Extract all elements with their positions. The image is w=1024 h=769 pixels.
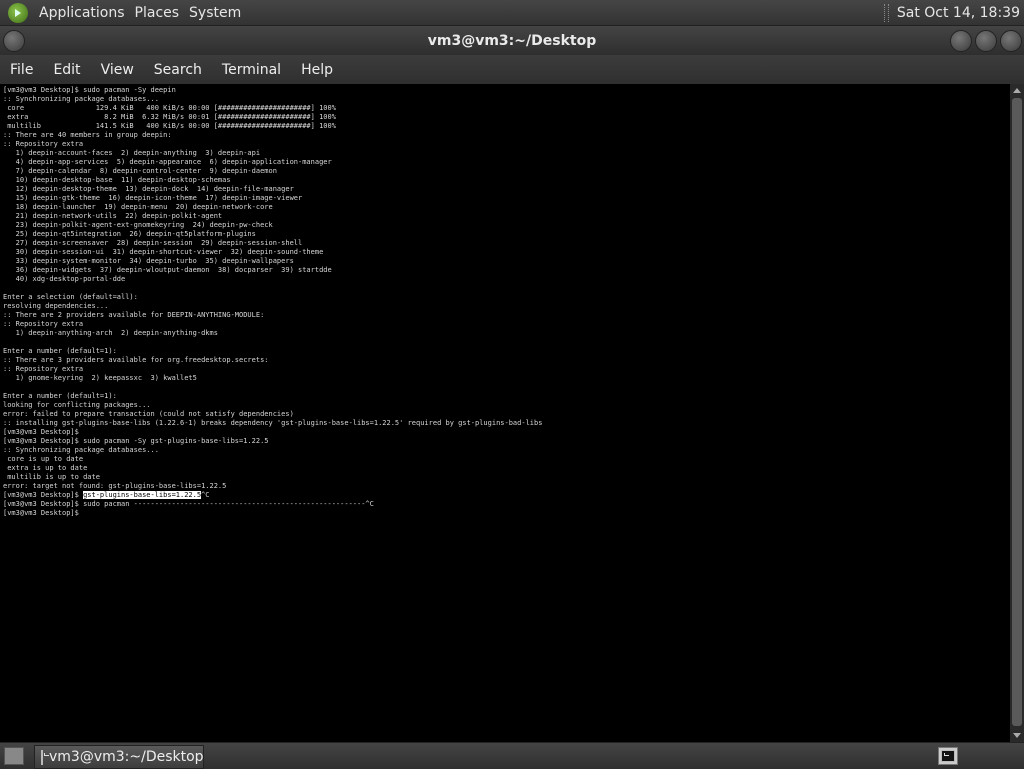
- menu-search[interactable]: Search: [144, 62, 212, 78]
- terminal-line: 4) deepin-app-services 5) deepin-appeara…: [3, 158, 332, 166]
- terminal-line: extra 8.2 MiB 6.32 MiB/s 00:01 [########…: [3, 113, 336, 121]
- terminal-line: 21) deepin-network-utils 22) deepin-polk…: [3, 212, 223, 220]
- window-title: vm3@vm3:~/Desktop: [427, 32, 597, 49]
- applications-logo-icon[interactable]: [8, 2, 28, 23]
- terminal-icon: [41, 749, 49, 765]
- menu-terminal[interactable]: Terminal: [212, 62, 291, 78]
- terminal-line: :: There are 3 providers available for o…: [3, 356, 269, 364]
- scroll-up-arrow-icon[interactable]: [1013, 88, 1021, 93]
- terminal-line: multilib is up to date: [3, 473, 100, 481]
- menu-edit[interactable]: Edit: [43, 62, 90, 78]
- workspace-terminal-icon: [941, 750, 955, 762]
- terminal-line: 33) deepin-system-monitor 34) deepin-tur…: [3, 257, 294, 265]
- terminal-line: :: Synchronizing package databases...: [3, 446, 159, 454]
- terminal-view[interactable]: [vm3@vm3 Desktop]$ sudo pacman -Sy deepi…: [0, 84, 1010, 742]
- terminal-line: extra is up to date: [3, 464, 88, 472]
- terminal-line: :: Synchronizing package databases...: [3, 95, 159, 103]
- terminal-line: Enter a selection (default=all):: [3, 293, 138, 301]
- terminal-line-selected: [vm3@vm3 Desktop]$ gst-plugins-base-libs…: [3, 491, 210, 499]
- terminal-line: 18) deepin-launcher 19) deepin-menu 20) …: [3, 203, 273, 211]
- scrollbar-thumb[interactable]: [1012, 98, 1022, 726]
- terminal-line: [vm3@vm3 Desktop]$ sudo pacman -Sy deepi…: [3, 86, 176, 94]
- terminal-line: [vm3@vm3 Desktop]$: [3, 509, 79, 517]
- show-desktop-icon[interactable]: [4, 747, 24, 765]
- terminal-line: error: failed to prepare transaction (co…: [3, 410, 294, 418]
- terminal-line: error: target not found: gst-plugins-bas…: [3, 482, 227, 490]
- maximize-button[interactable]: [975, 30, 997, 52]
- terminal-line: :: Repository extra: [3, 365, 84, 373]
- minimize-button[interactable]: [950, 30, 972, 52]
- terminal-line: resolving dependencies...: [3, 302, 109, 310]
- terminal-line: :: There are 40 members in group deepin:: [3, 131, 172, 139]
- terminal-line: [vm3@vm3 Desktop]$ sudo pacman ---------…: [3, 500, 374, 508]
- terminal-line: 36) deepin-widgets 37) deepin-wloutput-d…: [3, 266, 332, 274]
- terminal-line: 12) deepin-desktop-theme 13) deepin-dock…: [3, 185, 294, 193]
- terminal-line: 1) deepin-account-faces 2) deepin-anythi…: [3, 149, 261, 157]
- selected-text[interactable]: gst-plugins-base-libs=1.22.5: [83, 491, 202, 499]
- taskbar-button-terminal[interactable]: vm3@vm3:~/Desktop: [34, 745, 204, 769]
- terminal-line: 15) deepin-gtk-theme 16) deepin-icon-the…: [3, 194, 303, 202]
- terminal-line: :: Repository extra: [3, 140, 84, 148]
- menu-file[interactable]: File: [0, 62, 43, 78]
- terminal-line: :: Repository extra: [3, 320, 84, 328]
- applications-menu[interactable]: Applications: [34, 5, 130, 21]
- panel-handle: [883, 3, 889, 22]
- terminal-line: :: There are 2 providers available for D…: [3, 311, 265, 319]
- bottom-panel: vm3@vm3:~/Desktop: [0, 742, 1024, 769]
- places-menu[interactable]: Places: [130, 5, 185, 21]
- workspace-switcher[interactable]: [938, 747, 958, 765]
- terminal-line: 10) deepin-desktop-base 11) deepin-deskt…: [3, 176, 231, 184]
- scroll-down-arrow-icon[interactable]: [1013, 733, 1021, 738]
- terminal-line: 27) deepin-screensaver 28) deepin-sessio…: [3, 239, 303, 247]
- terminal-line: :: installing gst-plugins-base-libs (1.2…: [3, 419, 543, 427]
- terminal-line: 40) xdg-desktop-portal-dde: [3, 275, 126, 283]
- terminal-line: 1) gnome-keyring 2) keepassxc 3) kwallet…: [3, 374, 197, 382]
- terminal-line: Enter a number (default=1):: [3, 392, 117, 400]
- terminal-line: core is up to date: [3, 455, 84, 463]
- close-button[interactable]: [1000, 30, 1022, 52]
- clock[interactable]: Sat Oct 14, 18:39: [897, 5, 1020, 21]
- window-titlebar[interactable]: vm3@vm3:~/Desktop: [0, 26, 1024, 55]
- taskbar-label: vm3@vm3:~/Desktop: [49, 749, 204, 765]
- top-panel: Applications Places System Sat Oct 14, 1…: [0, 0, 1024, 26]
- terminal-line: [vm3@vm3 Desktop]$ sudo pacman -Sy gst-p…: [3, 437, 269, 445]
- terminal-line: core 129.4 KiB 400 KiB/s 00:00 [########…: [3, 104, 336, 112]
- terminal-output: [vm3@vm3 Desktop]$ sudo pacman -Sy deepi…: [3, 86, 542, 518]
- terminal-line: 30) deepin-session-ui 31) deepin-shortcu…: [3, 248, 324, 256]
- terminal-line: 1) deepin-anything-arch 2) deepin-anythi…: [3, 329, 218, 337]
- system-menu[interactable]: System: [184, 5, 246, 21]
- terminal-line: 25) deepin-qt5integration 26) deepin-qt5…: [3, 230, 256, 238]
- menu-help[interactable]: Help: [291, 62, 343, 78]
- terminal-scrollbar[interactable]: [1010, 84, 1024, 742]
- terminal-line: 23) deepin-polkit-agent-ext-gnomekeyring…: [3, 221, 273, 229]
- terminal-line: multilib 141.5 KiB 400 KiB/s 00:00 [####…: [3, 122, 336, 130]
- terminal-line: looking for conflicting packages...: [3, 401, 151, 409]
- terminal-line: 7) deepin-calendar 8) deepin-control-cen…: [3, 167, 277, 175]
- terminal-line: Enter a number (default=1):: [3, 347, 117, 355]
- terminal-line: [vm3@vm3 Desktop]$: [3, 428, 79, 436]
- window-menu-button[interactable]: [3, 30, 25, 52]
- menu-view[interactable]: View: [91, 62, 144, 78]
- menubar: File Edit View Search Terminal Help: [0, 55, 1024, 84]
